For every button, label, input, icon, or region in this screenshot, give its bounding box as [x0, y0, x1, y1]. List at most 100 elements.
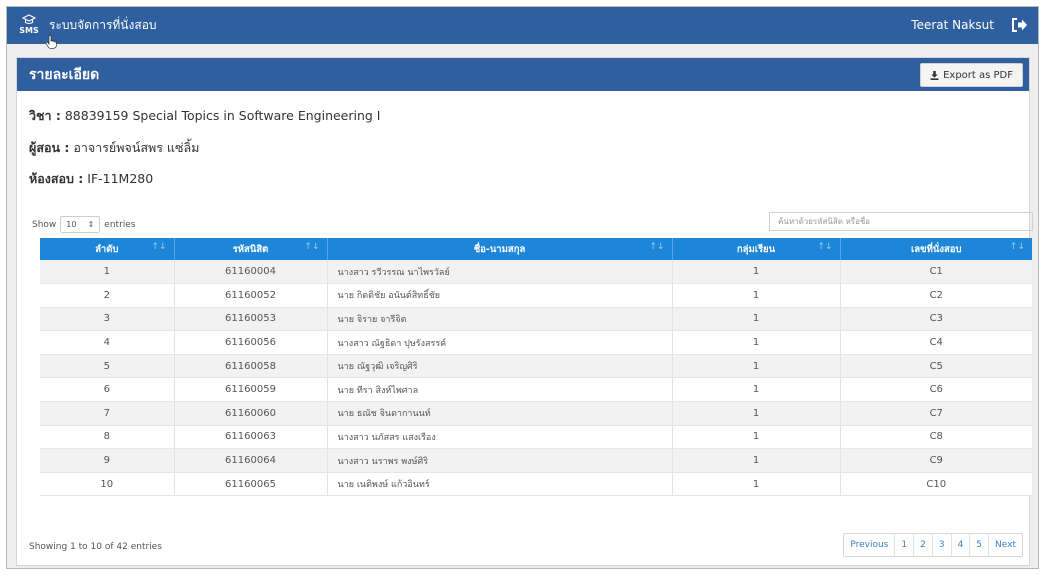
- section-cell: 1: [671, 260, 840, 285]
- show-label: Show: [32, 219, 57, 230]
- table-row[interactable]: 4 61160056 นางสาว ณัฐธิดา ปุษรังสรรค์ 1 C4: [40, 330, 1032, 355]
- export-pdf-button[interactable]: Export as PDF: [920, 63, 1023, 87]
- sort-icon: ↑↓: [304, 242, 320, 252]
- section-cell: 1: [671, 354, 840, 379]
- export-pdf-label: Export as PDF: [943, 69, 1013, 81]
- course-info: วิชา : 88839159 Special Topics in Softwa…: [29, 106, 381, 126]
- student-id-cell: 61160060: [173, 401, 327, 426]
- seating-table: ลำดับ ↑↓ รหัสนิสิต ↑↓ ชื่อ-นามสกุล ↑↓ กลุ่ม…: [40, 238, 1032, 497]
- course-value: 88839159 Special Topics in Software Engi…: [64, 108, 381, 123]
- column-header-section[interactable]: กลุ่มเรียน ↑↓: [671, 238, 840, 260]
- student-id-cell: 61160059: [173, 377, 327, 403]
- page-length-value: 10: [66, 220, 77, 229]
- section-cell: 1: [671, 377, 840, 403]
- order-cell: 4: [40, 330, 174, 355]
- table-info: Showing 1 to 10 of 42 entries: [29, 542, 162, 552]
- room-info: ห้องสอบ : IF-11M280: [29, 169, 153, 189]
- seat-number-cell: C2: [839, 283, 1032, 308]
- table-row[interactable]: 2 61160052 นาย กิตติชัย อนันต์สิทธิ์ชัย 1 C2: [40, 283, 1032, 308]
- top-navbar: SMS ระบบจัดการที่นั่งสอบ Teerat Naksut: [7, 7, 1038, 44]
- section-cell: 1: [671, 472, 840, 497]
- app-window: SMS ระบบจัดการที่นั่งสอบ Teerat Naksut ร…: [6, 6, 1039, 569]
- sms-logo[interactable]: SMS: [19, 13, 39, 38]
- seat-number-cell: C4: [839, 330, 1032, 355]
- hand-cursor-icon: [45, 35, 57, 49]
- student-name-cell: นางสาว นภัสสร แสงเรือง: [326, 425, 672, 450]
- student-name-cell: นาย เนติพงษ์ แก้วอินทร์: [326, 472, 672, 497]
- page-2[interactable]: 2: [913, 534, 932, 556]
- download-icon: [930, 70, 939, 80]
- search-placeholder: ค้นหาด้วยรหัสนิสิต หรือชื่อ: [778, 217, 871, 226]
- student-name-cell: นางสาว นราพร พงษ์ศิริ: [326, 448, 672, 473]
- search-input[interactable]: ค้นหาด้วยรหัสนิสิต หรือชื่อ: [769, 212, 1033, 231]
- table-row[interactable]: 1 61160004 นางสาว รวีวรรณ นาไพรวัลย์ 1 C1: [40, 260, 1032, 285]
- order-cell: 10: [40, 472, 174, 497]
- order-cell: 1: [40, 260, 174, 285]
- user-name[interactable]: Teerat Naksut: [911, 18, 994, 32]
- table-row[interactable]: 9 61160064 นางสาว นราพร พงษ์ศิริ 1 C9: [40, 448, 1032, 473]
- course-label: วิชา :: [29, 108, 61, 123]
- table-row[interactable]: 7 61160060 นาย ธณัช จินดากานนท์ 1 C7: [40, 401, 1032, 426]
- page-3[interactable]: 3: [931, 534, 951, 556]
- sort-icon: ↑↓: [817, 242, 833, 252]
- instructor-value: อาจารย์พจน์สพร แซ่ลิ้ม: [73, 140, 200, 155]
- column-header-name[interactable]: ชื่อ-นามสกุล ↑↓: [326, 238, 672, 260]
- order-cell: 8: [40, 425, 174, 450]
- table-row[interactable]: 10 61160065 นาย เนติพงษ์ แก้วอินทร์ 1 C10: [40, 472, 1032, 497]
- app-title[interactable]: ระบบจัดการที่นั่งสอบ: [49, 16, 157, 35]
- room-label: ห้องสอบ :: [29, 171, 84, 186]
- student-id-cell: 61160004: [173, 260, 327, 285]
- column-header-seat[interactable]: เลขที่นั่งสอบ ↑↓: [839, 238, 1032, 260]
- table-header-row: ลำดับ ↑↓ รหัสนิสิต ↑↓ ชื่อ-นามสกุล ↑↓ กลุ่ม…: [40, 238, 1032, 260]
- table-body: 1 61160004 นางสาว รวีวรรณ นาไพรวัลย์ 1 C1 2 61…: [40, 260, 1032, 497]
- panel-header: รายละเอียด Export as PDF: [17, 58, 1029, 91]
- table-row[interactable]: 5 61160058 นาย ณัฐวุฒิ เจริญศิริ 1 C5: [40, 354, 1032, 379]
- student-name-cell: นางสาว ณัฐธิดา ปุษรังสรรค์: [326, 330, 672, 355]
- seat-number-cell: C10: [839, 472, 1032, 497]
- page-length-control: Show 10 ⇕ entries: [32, 216, 136, 233]
- student-name-cell: นางสาว รวีวรรณ นาไพรวัลย์: [326, 260, 672, 285]
- student-id-cell: 61160053: [173, 307, 327, 332]
- column-header-student-id[interactable]: รหัสนิสิต ↑↓: [173, 238, 327, 260]
- section-cell: 1: [671, 401, 840, 426]
- student-id-cell: 61160058: [173, 354, 327, 379]
- table-row[interactable]: 3 61160053 นาย จิราย จารีจิต 1 C3: [40, 307, 1032, 332]
- logout-icon[interactable]: [1010, 16, 1028, 34]
- student-name-cell: นาย ธณัช จินดากานนท์: [326, 401, 672, 426]
- section-cell: 1: [671, 425, 840, 450]
- section-cell: 1: [671, 307, 840, 332]
- sort-icon: ↑↓: [1009, 242, 1025, 252]
- details-panel: รายละเอียด Export as PDF วิชา : 88839159…: [16, 57, 1033, 566]
- seat-number-cell: C7: [839, 401, 1032, 426]
- sort-icon: ↑↓: [151, 242, 167, 252]
- page-1[interactable]: 1: [894, 534, 913, 556]
- student-name-cell: นาย กิตติชัย อนันต์สิทธิ์ชัย: [326, 283, 672, 308]
- order-cell: 5: [40, 354, 174, 379]
- room-value: IF-11M280: [87, 171, 154, 186]
- page-4[interactable]: 4: [950, 534, 970, 556]
- table-row[interactable]: 8 61160063 นางสาว นภัสสร แสงเรือง 1 C8: [40, 425, 1032, 450]
- page-next[interactable]: Next: [988, 534, 1022, 556]
- section-cell: 1: [671, 283, 840, 308]
- graduation-cap-icon: [22, 13, 36, 24]
- student-id-cell: 61160064: [173, 448, 327, 473]
- section-cell: 1: [671, 330, 840, 355]
- column-header-order[interactable]: ลำดับ ↑↓: [40, 238, 174, 260]
- student-name-cell: นาย ณัฐวุฒิ เจริญศิริ: [326, 354, 672, 379]
- page-length-select[interactable]: 10 ⇕: [60, 216, 101, 233]
- page-previous[interactable]: Previous: [844, 534, 894, 556]
- section-cell: 1: [671, 448, 840, 473]
- panel-title: รายละเอียด: [29, 66, 100, 83]
- order-cell: 2: [40, 283, 174, 308]
- pagination: Previous 1 2 3 4 5 Next: [843, 533, 1023, 557]
- table-row[interactable]: 6 61160059 นาย ทีรา สิงห์ไพศาล 1 C6: [40, 377, 1032, 403]
- page-5[interactable]: 5: [969, 534, 988, 556]
- seat-number-cell: C6: [839, 377, 1032, 403]
- seat-number-cell: C8: [839, 425, 1032, 450]
- entries-label: entries: [104, 219, 136, 230]
- instructor-label: ผู้สอน :: [29, 140, 70, 155]
- seat-number-cell: C3: [839, 307, 1032, 332]
- student-id-cell: 61160063: [173, 425, 327, 450]
- student-id-cell: 61160052: [173, 283, 327, 308]
- seat-number-cell: C9: [839, 448, 1032, 473]
